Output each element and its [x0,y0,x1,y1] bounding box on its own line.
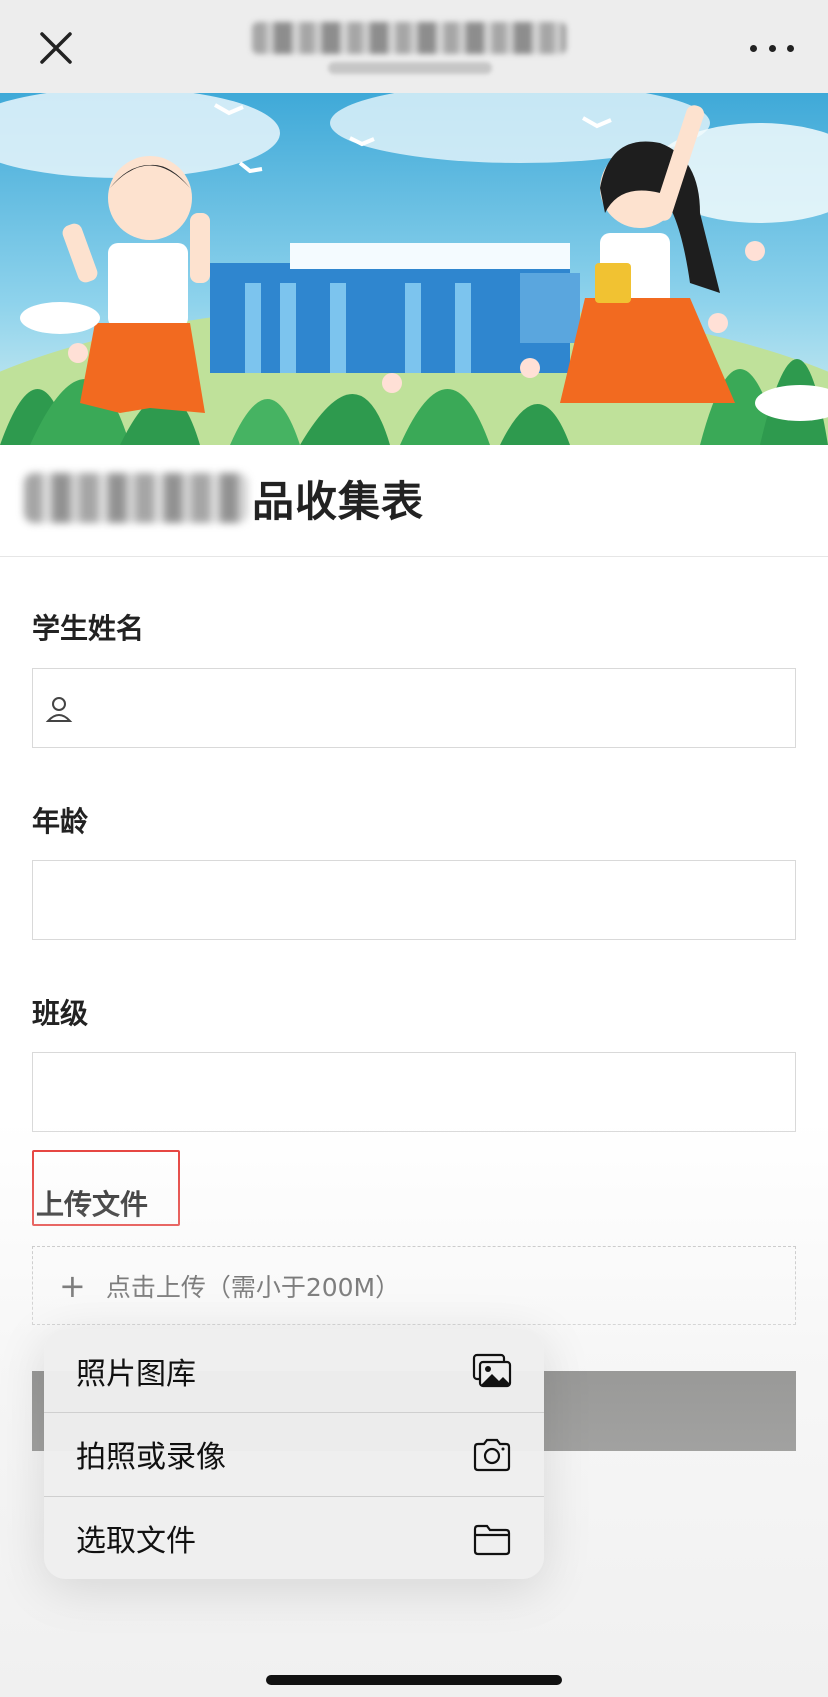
photo-library-icon [472,1353,512,1389]
banner-image [0,93,828,445]
folder-icon [472,1521,512,1557]
form-title-redacted [24,473,248,523]
age-input[interactable] [32,860,796,940]
page-title-redacted [252,22,566,54]
menu-item-photo-library[interactable]: 照片图库 [44,1329,544,1412]
more-dots-icon[interactable] [750,30,794,66]
form-title: 品收集表 [24,466,424,530]
student-name-input[interactable] [32,668,796,748]
menu-item-choose-file[interactable]: 选取文件 [44,1495,544,1579]
upload-button[interactable]: + 点击上传（需小于200M） [32,1246,796,1325]
camera-icon [472,1437,512,1473]
form-title-text: 品收集表 [252,476,425,526]
home-indicator [266,1675,562,1685]
class-input[interactable] [32,1052,796,1132]
menu-item-camera[interactable]: 拍照或录像 [44,1412,544,1495]
plus-icon: + [59,1266,86,1305]
menu-item-label: 照片图库 [76,1356,196,1392]
page-subtitle-redacted [328,62,492,74]
upload-options-menu: 照片图库 拍照或录像 选取文件 [44,1329,544,1579]
highlight-box [32,1150,180,1226]
title-divider [0,556,828,557]
user-icon [45,695,73,723]
age-label: 年龄 [32,805,89,838]
menu-item-label: 选取文件 [76,1523,196,1559]
upload-button-text: 点击上传（需小于200M） [105,1272,401,1302]
close-icon[interactable] [34,26,78,70]
top-nav-bar [0,0,828,93]
class-label: 班级 [32,997,89,1030]
menu-item-label: 拍照或录像 [76,1440,226,1476]
student-name-label: 学生姓名 [32,612,145,645]
